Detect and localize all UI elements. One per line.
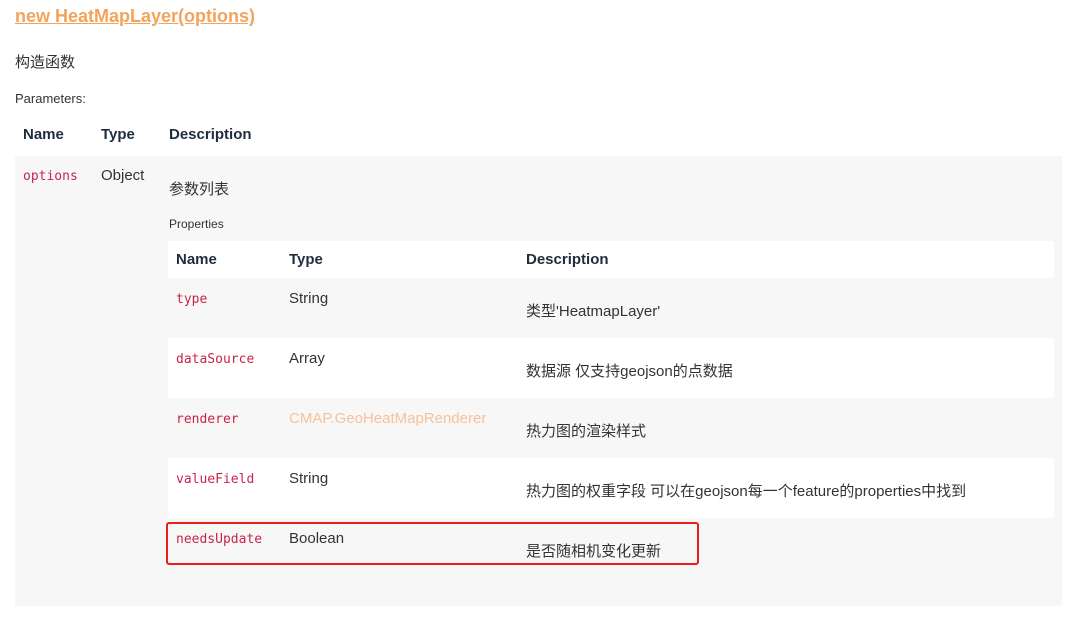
header-type: Type: [101, 126, 135, 143]
constructor-signature-link[interactable]: new HeatMapLayer(options): [15, 6, 255, 27]
prop-header-description: Description: [526, 251, 609, 268]
needsupdate-highlight-box: [166, 522, 699, 565]
parameters-label: Parameters:: [15, 91, 86, 106]
prop-header-type: Type: [289, 251, 323, 268]
renderer-type-link[interactable]: CMAP.GeoHeatMapRenderer: [289, 410, 486, 427]
constructor-description: 构造函数: [15, 54, 76, 71]
properties-table-header: Name Type Description: [168, 241, 1054, 278]
property-row-datasource: dataSource Array 数据源 仅支持geojson的点数据: [168, 338, 1054, 398]
property-row-type: type String 类型'HeatmapLayer': [168, 278, 1054, 338]
property-type: String: [289, 470, 329, 487]
prop-header-name: Name: [176, 251, 217, 268]
header-name: Name: [23, 126, 64, 143]
property-description: 类型'HeatmapLayer': [526, 303, 661, 320]
param-name: options: [23, 169, 78, 184]
property-name: valueField: [176, 472, 255, 487]
property-row-valuefield: valueField String 热力图的权重字段 可以在geojson每一个…: [168, 458, 1054, 518]
property-description: 热力图的权重字段 可以在geojson每一个feature的properties…: [526, 483, 967, 500]
param-type: Object: [101, 167, 145, 184]
param-description: 参数列表: [169, 181, 230, 198]
property-type: String: [289, 290, 329, 307]
property-name: type: [176, 292, 208, 307]
property-row-renderer: renderer CMAP.GeoHeatMapRenderer 热力图的渲染样…: [168, 398, 1054, 458]
property-name: dataSource: [176, 352, 255, 367]
property-type: Array: [289, 350, 325, 367]
property-name: renderer: [176, 412, 239, 427]
property-description: 热力图的渲染样式: [526, 423, 647, 440]
properties-label: Properties: [169, 217, 224, 231]
header-description: Description: [169, 126, 252, 143]
property-description: 数据源 仅支持geojson的点数据: [526, 363, 733, 380]
